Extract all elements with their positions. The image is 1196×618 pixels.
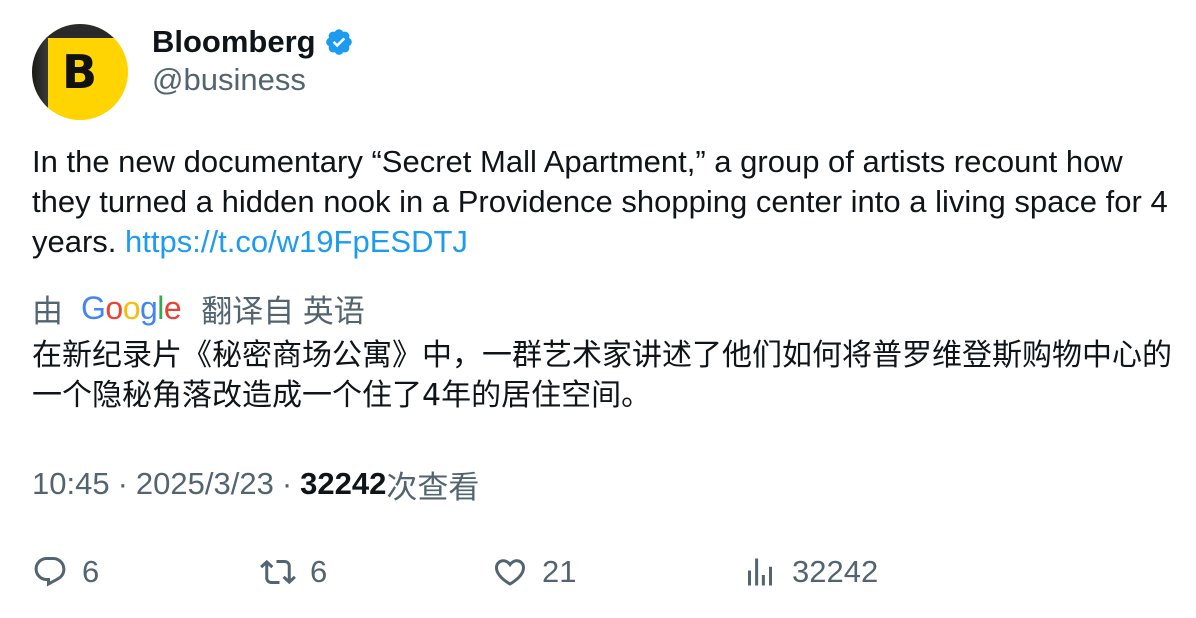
translated-by-label: 由 xyxy=(32,293,63,329)
reply-icon xyxy=(34,557,66,587)
verified-badge-icon xyxy=(324,27,354,57)
translated-from-label[interactable]: 翻译自 英语 xyxy=(201,286,365,331)
author-display-name[interactable]: Bloomberg xyxy=(152,24,316,60)
views-label: 次查看 xyxy=(386,469,480,505)
tweet-text: In the new documentary “Secret Mall Apar… xyxy=(32,142,1172,262)
author-handle[interactable]: @business xyxy=(152,62,306,98)
translation-attribution: 由 Google 翻译自 英语 xyxy=(32,286,365,331)
views-button[interactable]: 32242 xyxy=(742,552,878,592)
tweet-meta: 10:45 · 2025/3/23 · 32242 次查看 xyxy=(32,464,480,505)
tweet-date[interactable]: 2025/3/23 xyxy=(136,466,274,502)
like-button[interactable]: 21 xyxy=(492,552,576,592)
meta-separator: · xyxy=(117,466,128,501)
retweet-button[interactable]: 6 xyxy=(260,552,327,592)
author-name-row: Bloomberg xyxy=(152,24,354,60)
avatar-shade-left xyxy=(32,24,48,120)
retweet-icon xyxy=(260,559,296,585)
translated-text: 在新纪录片《秘密商场公寓》中，一群艺术家讲述了他们如何将普罗维登斯购物中心的一个… xyxy=(32,338,1172,413)
analytics-icon xyxy=(748,558,772,586)
action-bar: 6 6 21 32242 xyxy=(32,552,1172,592)
tweet-link[interactable]: https://t.co/w19FpESDTJ xyxy=(125,224,468,259)
heart-icon xyxy=(494,559,526,586)
views-count: 32242 xyxy=(300,466,387,501)
avatar-letter: B xyxy=(62,45,98,99)
reply-count: 6 xyxy=(82,554,100,589)
avatar[interactable]: B xyxy=(32,24,128,120)
reply-button[interactable]: 6 xyxy=(32,552,99,592)
meta-separator: · xyxy=(281,466,293,501)
views-action-count: 32242 xyxy=(792,554,879,589)
google-logo: Google xyxy=(81,289,182,326)
like-count: 21 xyxy=(542,554,577,589)
tweet-time[interactable]: 10:45 xyxy=(32,466,110,502)
retweet-count: 6 xyxy=(310,554,328,589)
